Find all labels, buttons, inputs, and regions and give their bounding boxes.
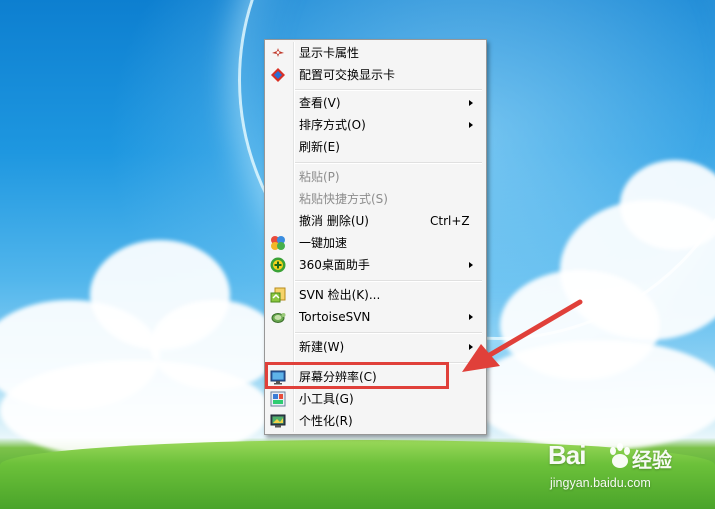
menu-item-graphics-properties[interactable]: 显示卡属性 xyxy=(267,42,484,64)
menu-item-label: 粘贴快捷方式(S) xyxy=(299,192,388,206)
menu-item-speed-up[interactable]: 一键加速 xyxy=(267,232,484,254)
annotation-highlight-box xyxy=(265,362,449,389)
menu-item-paste[interactable]: 粘贴(P) xyxy=(267,166,484,188)
speed-up-icon xyxy=(270,235,286,251)
menu-item-label: 新建(W) xyxy=(299,340,345,354)
submenu-arrow-icon xyxy=(469,314,473,320)
cloud xyxy=(470,340,715,450)
menu-item-label: 粘贴(P) xyxy=(299,170,340,184)
graphics-card-icon xyxy=(270,45,286,61)
menu-item-label: 查看(V) xyxy=(299,96,341,110)
switchable-graphics-icon xyxy=(270,67,286,83)
menu-separator xyxy=(295,162,482,163)
menu-item-label: 刷新(E) xyxy=(299,140,340,154)
personalize-icon xyxy=(270,413,286,429)
menu-separator xyxy=(295,280,482,281)
menu-item-label: 一键加速 xyxy=(299,236,348,250)
menu-item-undo-delete[interactable]: 撤消 删除(U) Ctrl+Z xyxy=(267,210,484,232)
menu-item-new[interactable]: 新建(W) xyxy=(267,336,484,358)
menu-item-label: 小工具(G) xyxy=(299,392,354,406)
menu-item-personalize[interactable]: 个性化(R) xyxy=(267,410,484,432)
menu-item-label: 排序方式(O) xyxy=(299,118,366,132)
menu-item-paste-shortcut[interactable]: 粘贴快捷方式(S) xyxy=(267,188,484,210)
jingyan-logo-text: 经验 xyxy=(632,448,672,472)
menu-item-refresh[interactable]: 刷新(E) xyxy=(267,136,484,158)
svn-checkout-icon xyxy=(270,287,286,303)
360-desktop-icon xyxy=(270,257,286,273)
menu-item-360-desktop[interactable]: 360桌面助手 xyxy=(267,254,484,276)
menu-item-svn-checkout[interactable]: SVN 检出(K)... xyxy=(267,284,484,306)
menu-item-label: TortoiseSVN xyxy=(299,310,371,324)
baidu-logo-text: Bai xyxy=(548,440,586,470)
menu-item-label: 360桌面助手 xyxy=(299,258,370,272)
menu-item-switchable-graphics[interactable]: 配置可交换显示卡 xyxy=(267,64,484,86)
watermark-url: jingyan.baidu.com xyxy=(550,476,651,490)
submenu-arrow-icon xyxy=(469,122,473,128)
menu-item-gadgets[interactable]: 小工具(G) xyxy=(267,388,484,410)
menu-item-tortoisesvn[interactable]: TortoiseSVN xyxy=(267,306,484,328)
tortoisesvn-icon xyxy=(270,309,286,325)
menu-separator xyxy=(295,332,482,333)
menu-item-label: 撤消 删除(U) xyxy=(299,214,369,228)
menu-item-label: 配置可交换显示卡 xyxy=(299,68,396,82)
menu-separator xyxy=(295,89,482,90)
gadgets-icon xyxy=(270,391,286,407)
menu-item-sort-by[interactable]: 排序方式(O) xyxy=(267,114,484,136)
menu-item-label: 显示卡属性 xyxy=(299,46,360,60)
baidu-jingyan-watermark: Bai 经验 jingyan.baidu.com xyxy=(548,440,708,496)
submenu-arrow-icon xyxy=(469,344,473,350)
menu-item-label: SVN 检出(K)... xyxy=(299,288,381,302)
menu-item-label: 个性化(R) xyxy=(299,414,353,428)
menu-item-view[interactable]: 查看(V) xyxy=(267,92,484,114)
menu-item-shortcut: Ctrl+Z xyxy=(430,214,470,228)
submenu-arrow-icon xyxy=(469,262,473,268)
submenu-arrow-icon xyxy=(469,100,473,106)
